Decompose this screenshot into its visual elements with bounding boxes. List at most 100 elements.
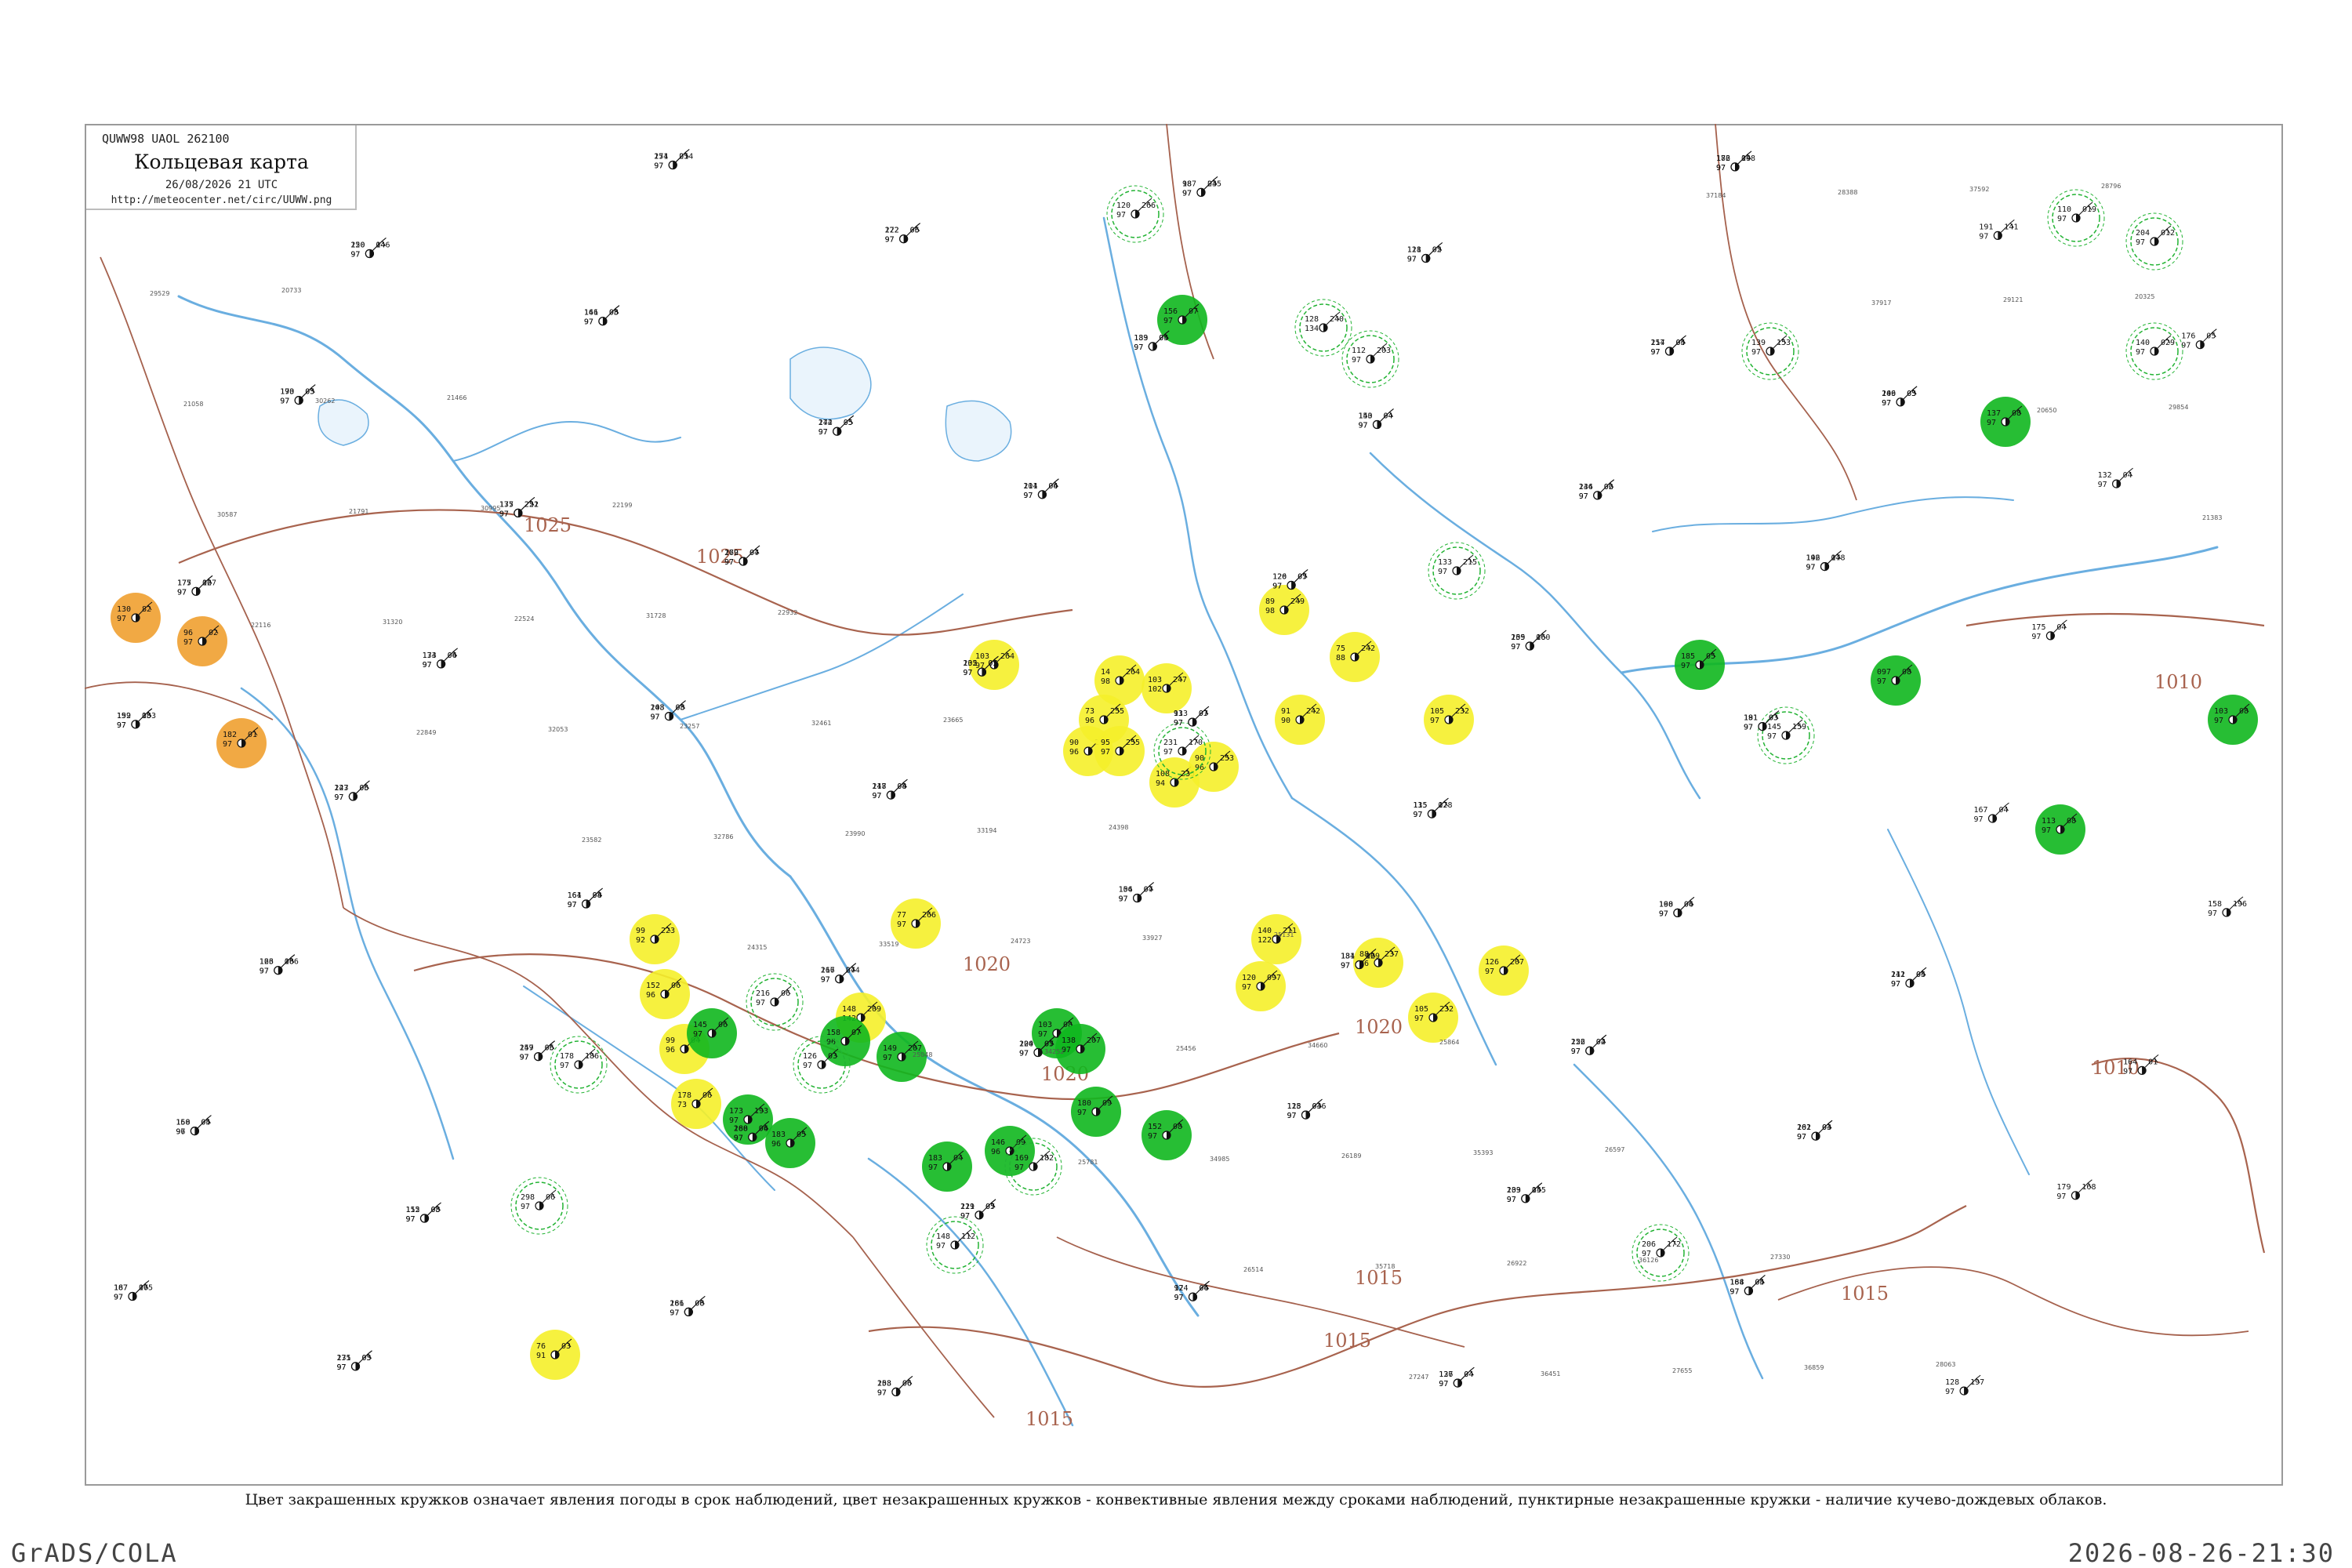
station-green: 180 09 97 (1071, 1087, 1121, 1137)
station-index: 28796 (2101, 183, 2121, 190)
station-none: 188 05 97 (1730, 1275, 1766, 1297)
station-index: 36126 (1639, 1257, 1658, 1264)
temperature-value: 206 (1642, 1240, 1656, 1249)
pressure-value: 182 (1040, 1154, 1054, 1163)
pressure-value: 02 (209, 629, 218, 637)
visibility-value: 97 (1174, 719, 1183, 728)
station-yellow: 152 06 96 (640, 969, 690, 1019)
visibility-value: 97 (114, 1294, 123, 1302)
temperature-value: 152 (646, 982, 660, 990)
pressure-value: 172 (1667, 1240, 1681, 1249)
temperature-value: 212 (1891, 971, 1905, 979)
temperature-value: 112 (406, 1206, 420, 1214)
temperature-value: 126 (803, 1052, 817, 1061)
temperature-value: 119 (960, 1203, 975, 1211)
station-none: 118 05 97 (1407, 242, 1443, 264)
temperature-value: 112 (1352, 347, 1366, 355)
stations-layer: 130 82 97 96 02 97 182 01 97 76 03 91 99 223 92 152 06 96… (111, 149, 2258, 1397)
visibility-value: 97 (724, 558, 734, 567)
temperature-value: 131 (1341, 953, 1355, 961)
pressure-value: 235 (1207, 180, 1221, 188)
station-index: 23257 (680, 723, 699, 730)
pressure-value: 232 (1455, 707, 1469, 716)
pressure-value: 012 (2161, 229, 2175, 238)
station-index: 25131 (1274, 931, 1294, 938)
temperature-value: 120 (1116, 201, 1131, 210)
pressure-value: 221 (524, 500, 539, 509)
station-ring: 140 029 97 (2125, 322, 2183, 380)
pressure-value: 242 (1306, 707, 1320, 716)
pressure-value: 05 (1532, 1186, 1541, 1195)
temperature-value: 169 (1014, 1154, 1029, 1163)
station-none: 201 03 97 (1797, 1120, 1833, 1142)
temperature-value: 182 (223, 731, 237, 739)
temperature-value: 170 (280, 388, 294, 397)
visibility-value: 97 (2057, 215, 2067, 223)
station-green: 173 193 97 (723, 1094, 773, 1145)
visibility-value: 97 (1116, 211, 1126, 220)
temperature-value: 097 (1877, 668, 1891, 677)
temperature-value: 209 (1882, 390, 1896, 398)
visibility-value: 97 (1806, 564, 1816, 572)
station-yellow: 76 03 91 (530, 1330, 580, 1380)
station-none: 158 196 97 (2208, 896, 2247, 918)
station-index: 26514 (1243, 1266, 1263, 1273)
station-index: 28388 (1838, 189, 1857, 196)
station-none: 147 05 97 (520, 1040, 555, 1062)
isobar-1025 (178, 509, 1073, 636)
station-none: 127 04 97 (1439, 1367, 1475, 1388)
pressure-value: 05 (1432, 246, 1442, 255)
temperature-value: 145 (1767, 723, 1781, 731)
station-none: 167 04 97 (1974, 802, 2009, 824)
pressure-value: 04 (1999, 806, 2009, 815)
temperature-value: 75 (1336, 644, 1345, 653)
station-none: 179 168 97 (2056, 1179, 2096, 1201)
temperature-value: 137 (1987, 409, 2001, 418)
visibility-value: 97 (1014, 1163, 1024, 1172)
visibility-value: 97 (2136, 238, 2145, 247)
visibility-value: 97 (2136, 348, 2145, 357)
bulletin-code: QUWW98 UAOL 262100 (102, 132, 230, 146)
station-none: 171 214 97 (654, 149, 693, 171)
visibility-value: 97 (1077, 1109, 1087, 1117)
pressure-value: 266 (922, 911, 936, 920)
visibility-value: 97 (1272, 583, 1282, 591)
visibility-value: 73 (677, 1101, 687, 1109)
visibility-value: 97 (1341, 962, 1350, 971)
station-green: 152 08 97 (1142, 1110, 1192, 1160)
map-url[interactable]: http://meteocenter.net/circ/UUWW.png (86, 194, 357, 206)
station-none: 212 04 97 (1891, 967, 1927, 989)
river (1573, 1063, 1764, 1380)
station-yellow: 75 242 88 (1330, 632, 1380, 682)
station-ring: 206 17297 (1632, 1224, 1690, 1282)
station-none: 120 05 97 (1272, 569, 1308, 591)
station-none: 170 03 97 (280, 384, 316, 406)
pressure-value: 05 (201, 1119, 210, 1127)
station-none: 115 07 97 (1413, 797, 1449, 819)
station-index: 32786 (713, 833, 733, 840)
pressure-value: 08 (2012, 409, 2021, 418)
temperature-value: 142 (818, 419, 833, 427)
visibility-value: 97 (1101, 748, 1110, 757)
temperature-value: 139 (1751, 339, 1766, 347)
temperature-value: 90 (1195, 754, 1204, 763)
temperature-value: 162 (724, 549, 739, 557)
station-none: 118 04 97 (872, 779, 908, 800)
visibility-value: 96 (1195, 764, 1204, 772)
station-map: 1025102510201020102010151015101510151010… (85, 124, 2266, 1430)
border (1056, 1236, 1465, 1348)
pressure-value: 07 (1044, 1040, 1054, 1049)
pressure-value: 05 (359, 784, 368, 793)
temperature-value: 130 (117, 605, 131, 614)
pressure-value: 04 (2123, 471, 2132, 480)
visibility-value: 97 (1716, 164, 1726, 172)
station-green: 145 06 97 (687, 1008, 737, 1058)
visibility-value: 97 (928, 1163, 938, 1172)
temperature-value: 145 (693, 1021, 707, 1029)
visibility-value: 97 (1507, 1196, 1516, 1204)
station-ring: 204 012 97 (2125, 212, 2183, 270)
visibility-value: 97 (1242, 983, 1251, 992)
station-index: 23665 (943, 717, 963, 724)
pressure-value: 05 (676, 704, 685, 713)
temperature-value: 128 (1305, 315, 1319, 324)
